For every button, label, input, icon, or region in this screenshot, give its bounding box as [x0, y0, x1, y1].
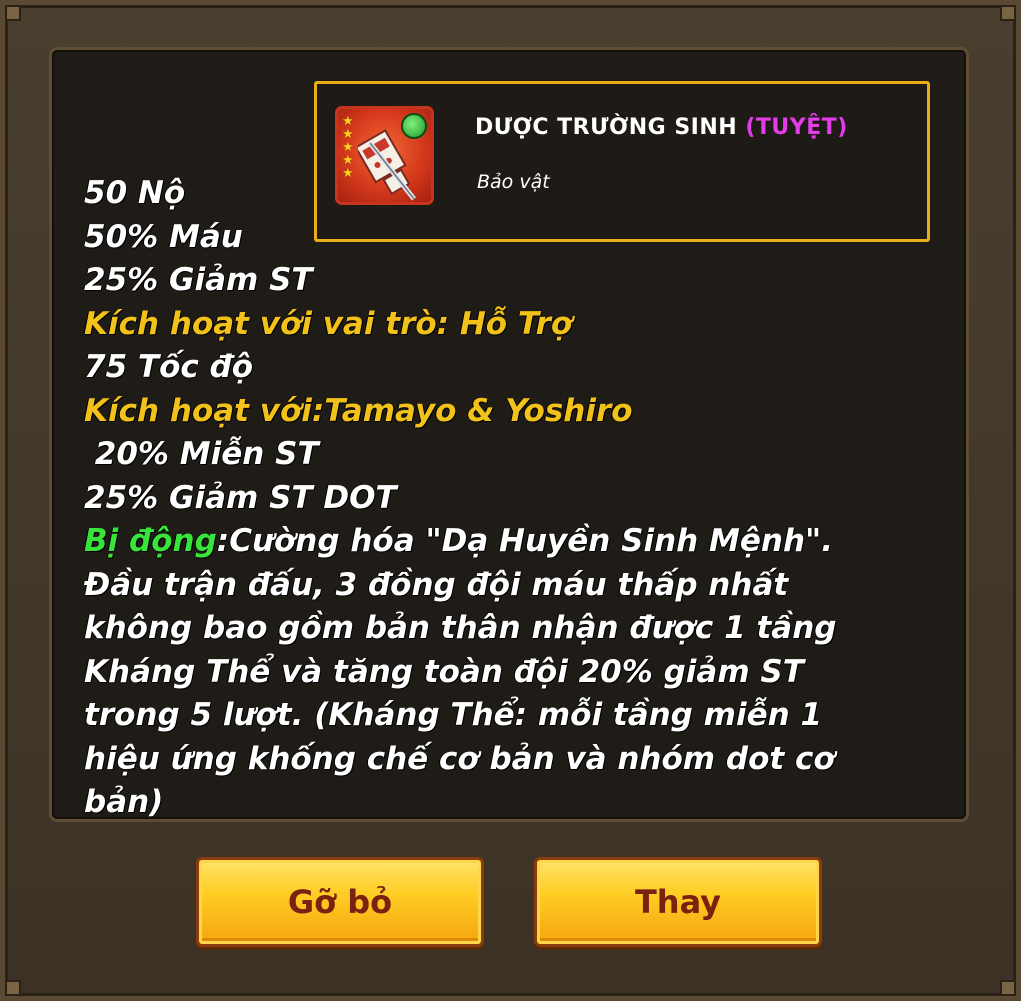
stat-line: 25% Giảm ST DOT	[84, 479, 397, 516]
activation-condition-role: Kích hoạt với vai trò: Hỗ Trợ	[84, 305, 573, 342]
green-gem-icon	[401, 113, 427, 139]
passive-description: Bị động:Cường hóa "Dạ Huyền Sinh Mệnh". …	[84, 520, 884, 825]
item-name: DƯỢC TRƯỜNG SINH	[475, 115, 738, 140]
star-rating: ★ ★ ★ ★ ★	[342, 115, 354, 180]
frame-corner	[5, 980, 21, 996]
activation-condition-heroes: Kích hoạt với:Tamayo & Yoshiro	[84, 392, 633, 429]
passive-label: Bị động	[84, 523, 217, 559]
stat-line: 25% Giảm ST	[84, 262, 313, 298]
frame-corner	[1000, 5, 1016, 21]
item-title: DƯỢC TRƯỜNG SINH (TUYỆT)	[475, 115, 848, 140]
stat-line: 20% Miễn ST	[84, 436, 319, 472]
item-rarity: (TUYỆT)	[745, 115, 848, 140]
stat-line: 50% Máu	[84, 218, 243, 255]
frame-corner	[1000, 980, 1016, 996]
passive-text: :Cường hóa "Dạ Huyền Sinh Mệnh". Đầu trậ…	[84, 523, 837, 820]
stat-line: 50 Nộ	[84, 175, 186, 211]
stat-line: 75 Tốc độ	[84, 349, 254, 385]
frame-corner	[5, 5, 21, 21]
replace-button[interactable]: Thay	[534, 857, 822, 947]
stats-list: 50 Nộ 50% Máu 25% Giảm ST Kích hoạt với …	[84, 172, 904, 825]
remove-button[interactable]: Gỡ bỏ	[196, 857, 484, 947]
